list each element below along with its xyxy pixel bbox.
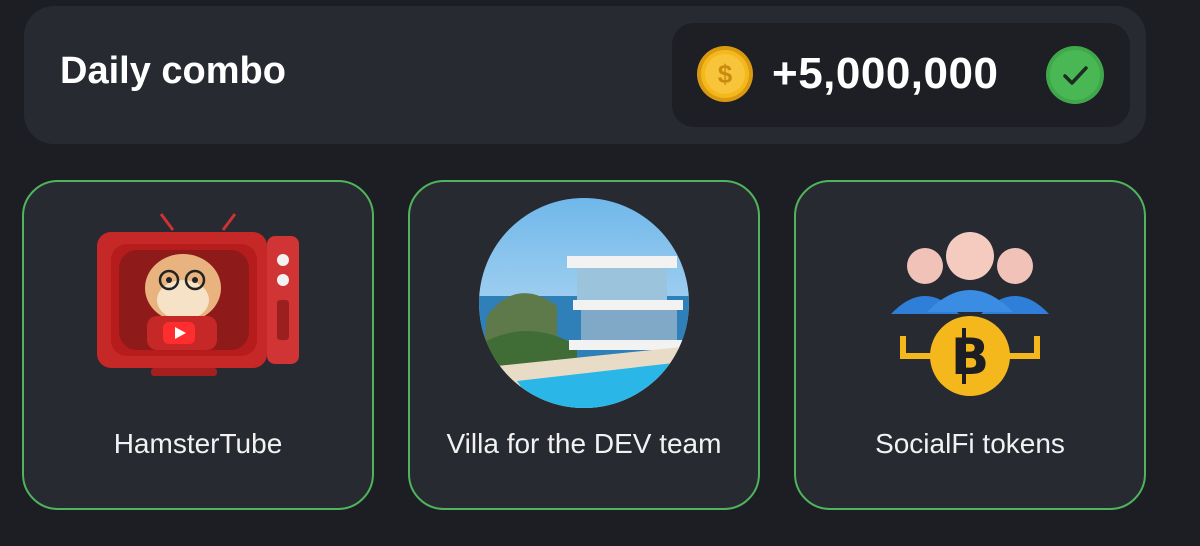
svg-text:B: B bbox=[951, 328, 989, 386]
hamster-tv-youtube-image bbox=[97, 213, 299, 376]
card-label: Villa for the DEV team bbox=[446, 428, 722, 459]
svg-text:$: $ bbox=[718, 59, 733, 89]
combo-card-hamstertube[interactable]: HamsterTube bbox=[22, 180, 374, 510]
combo-card-villa[interactable]: Villa for the DEV team bbox=[408, 180, 760, 510]
daily-combo-header: Daily combo $ +5,000,000 bbox=[24, 6, 1146, 144]
combo-card-socialfi[interactable]: B SocialFi tokens bbox=[794, 180, 1146, 510]
reward-amount: +5,000,000 bbox=[772, 49, 999, 98]
people-bitcoin-icon: B bbox=[891, 232, 1049, 396]
card-label: SocialFi tokens bbox=[875, 428, 1065, 459]
green-checkmark-icon bbox=[1046, 46, 1104, 104]
gold-dollar-coin-icon: $ bbox=[697, 46, 753, 102]
seaside-villa-image bbox=[479, 198, 689, 408]
reward-pill: $ +5,000,000 bbox=[672, 23, 1130, 127]
daily-combo-title: Daily combo bbox=[60, 50, 286, 92]
card-label: HamsterTube bbox=[113, 428, 283, 459]
